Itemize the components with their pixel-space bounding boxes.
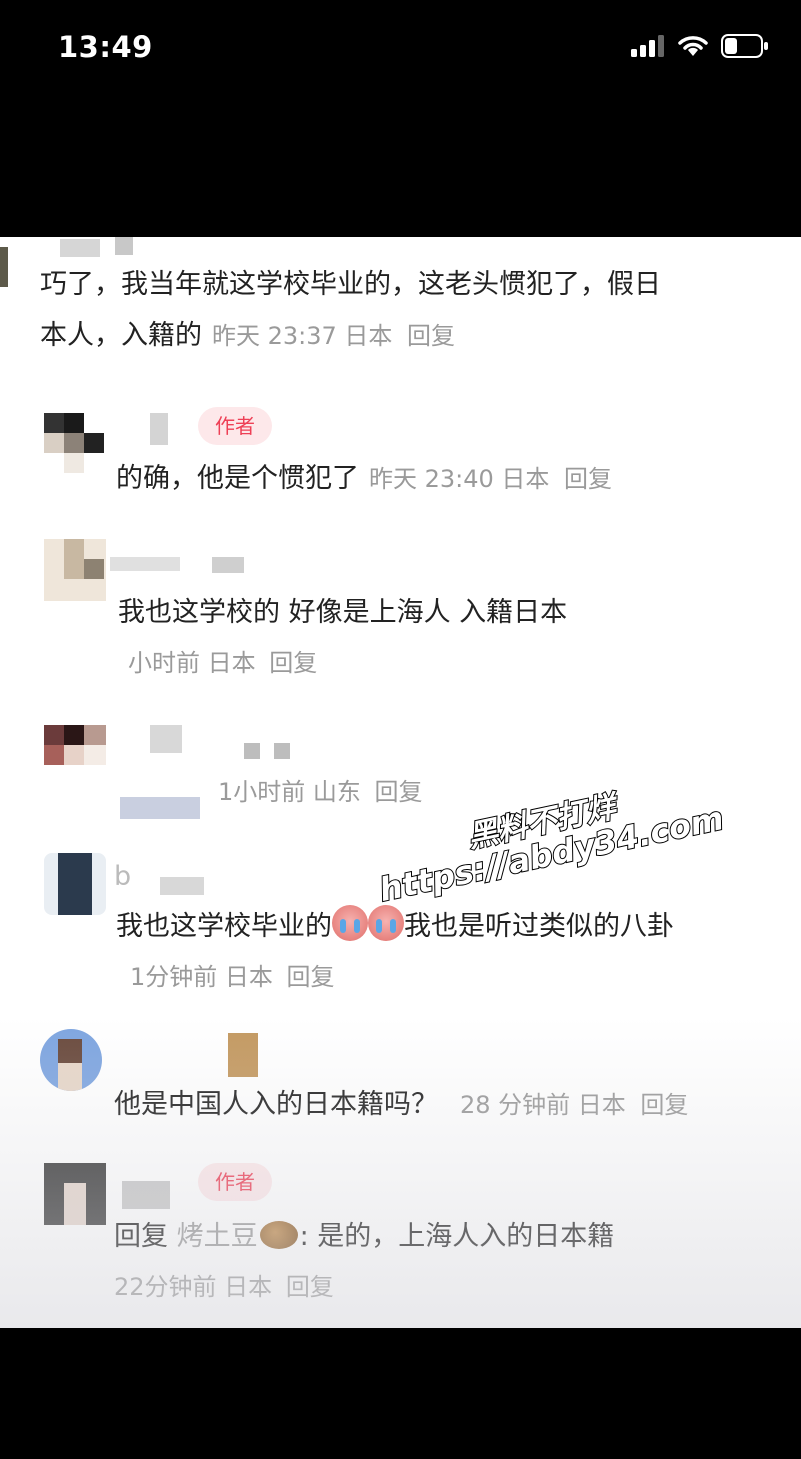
comment-meta: 1分钟前 日本: [130, 963, 273, 991]
comment-meta: 22分钟前 日本: [114, 1273, 273, 1301]
comment-text-cont: 本人，入籍的: [40, 320, 202, 351]
reply-button[interactable]: 回复: [407, 322, 455, 350]
comment-text: 我也这学校的 好像是上海人 入籍日本: [118, 597, 568, 628]
blurred-username: [212, 557, 244, 573]
comment-meta-line: 22分钟前 日本 回复: [114, 1262, 801, 1313]
comment-item: 的确，他是个惯犯了 昨天 23:40 日本 回复: [116, 453, 796, 505]
comment-meta: 28 分钟前 日本: [460, 1091, 626, 1119]
status-bar: 13:49: [0, 0, 801, 237]
cellular-signal-icon: [631, 35, 664, 57]
blurred-username: [274, 743, 290, 759]
quoted-username[interactable]: 烤土豆: [177, 1221, 258, 1252]
reply-button[interactable]: 回复: [286, 1273, 334, 1301]
comment-line: 回复 烤土豆 : 是的，上海人入的日本籍: [114, 1211, 801, 1262]
comment-text: 我也这学校毕业的: [116, 911, 332, 942]
comment-meta: 1小时前 山东: [218, 778, 361, 806]
comment-item: 我也这学校毕业的 我也是听过类似的八卦 1分钟前 日本 回复: [116, 901, 801, 1003]
comment-text: 的确，他是个惯犯了: [116, 463, 359, 494]
comment-item: 我也这学校的 好像是上海人 入籍日本 小时前 日本 回复: [118, 587, 798, 689]
blurred-username: [122, 1181, 170, 1209]
crying-face-emoji-icon: [368, 905, 404, 941]
wifi-icon: [678, 36, 708, 56]
reply-button[interactable]: 回复: [640, 1091, 688, 1119]
reply-button[interactable]: 回复: [564, 465, 612, 493]
reply-prefix: 回复: [114, 1221, 168, 1252]
bottom-bar: [0, 1328, 801, 1459]
avatar[interactable]: [40, 1029, 102, 1091]
blurred-username: [228, 1033, 258, 1077]
comment-line: 他是中国人入的日本籍吗？ 28 分钟前 日本 回复: [114, 1079, 801, 1131]
comment-item: 巧了，我当年就这学校毕业的，这老头惯犯了，假日 本人，入籍的 昨天 23:37 日…: [40, 259, 790, 362]
comment-text: 他是中国人入的日本籍吗？: [114, 1089, 438, 1120]
potato-emoji-icon: [259, 1221, 298, 1249]
comment-text: : 是的，上海人入的日本籍: [299, 1221, 615, 1252]
comment-item: 他是中国人入的日本籍吗？ 28 分钟前 日本 回复: [114, 1079, 801, 1131]
avatar[interactable]: [44, 413, 106, 475]
comment-text-line2: 本人，入籍的 昨天 23:37 日本 回复: [40, 310, 790, 362]
blurred-username: [150, 413, 168, 445]
avatar[interactable]: [44, 1163, 106, 1225]
blurred-username: [150, 725, 182, 753]
avatar[interactable]: [44, 539, 106, 601]
comment-line: 的确，他是个惯犯了 昨天 23:40 日本 回复: [116, 453, 796, 505]
reply-button[interactable]: 回复: [375, 778, 423, 806]
comment-meta: 昨天 23:37 日本: [212, 322, 393, 350]
comment-item: 回复 烤土豆 : 是的，上海人入的日本籍 22分钟前 日本 回复: [114, 1211, 801, 1313]
status-time: 13:49: [58, 30, 153, 64]
comment-meta: 昨天 23:40 日本: [369, 465, 550, 493]
blurred-comment-text: [120, 797, 200, 819]
blurred-username: [110, 557, 180, 571]
battery-icon: [721, 34, 768, 58]
comment-list: 巧了，我当年就这学校毕业的，这老头惯犯了，假日 本人，入籍的 昨天 23:37 日…: [0, 237, 801, 1328]
comment-meta: 小时前 日本: [128, 649, 256, 677]
avatar[interactable]: [44, 725, 106, 787]
comment-text: 巧了，我当年就这学校毕业的，这老头惯犯了，假日: [40, 269, 661, 300]
status-icons: [631, 34, 769, 58]
crying-face-emoji-icon: [332, 905, 368, 941]
reply-button[interactable]: 回复: [269, 649, 317, 677]
blurred-username: [244, 743, 260, 759]
reply-button[interactable]: 回复: [287, 963, 335, 991]
username: b: [114, 861, 132, 892]
comment-meta-line: 1分钟前 日本 回复: [116, 952, 801, 1003]
comment-line: 我也这学校毕业的 我也是听过类似的八卦: [116, 901, 801, 952]
author-badge: 作者: [198, 407, 272, 445]
blurred-username: [115, 237, 133, 255]
blurred-username: [160, 877, 204, 895]
avatar-edge: [0, 247, 8, 287]
comment-meta-line: 小时前 日本 回复: [118, 638, 798, 689]
comment-text-cont: 我也是听过类似的八卦: [404, 911, 674, 942]
avatar[interactable]: [44, 853, 106, 915]
blurred-username: [60, 239, 100, 257]
author-badge: 作者: [198, 1163, 272, 1201]
